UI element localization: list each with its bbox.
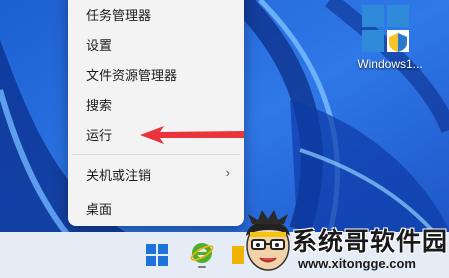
internet-explorer-icon[interactable]: [190, 241, 214, 269]
desktop-icon-label: Windows1...: [357, 57, 423, 71]
desktop-icon-windows[interactable]: Windows1...: [350, 3, 430, 75]
menu-item-label: 关机或注销: [86, 169, 152, 184]
annotation-arrow-icon: [140, 126, 244, 144]
mascot-logo-icon: [246, 210, 290, 271]
menu-item-settings[interactable]: 设置: [72, 30, 240, 58]
context-menu: 任务管理器 设置 文件资源管理器 搜索 运行 关机或注销 › 桌面: [68, 0, 244, 226]
windows-start-icon[interactable]: [146, 244, 168, 266]
menu-item-label: 设置: [86, 39, 113, 54]
watermark-title: 系统哥软件园: [292, 227, 449, 256]
watermark-url: www.xitongge.com: [298, 256, 416, 271]
watermark: 系统哥软件园 www.xitongge.com: [242, 208, 449, 278]
menu-item-file-explorer[interactable]: 文件资源管理器: [72, 60, 240, 88]
menu-item-desktop[interactable]: 桌面: [72, 194, 240, 222]
windows-update-icon: [362, 5, 409, 52]
desktop: 任务管理器 设置 文件资源管理器 搜索 运行 关机或注销 › 桌面 Window…: [0, 0, 449, 278]
menu-item-task-manager[interactable]: 任务管理器: [72, 0, 240, 28]
menu-item-label: 搜索: [86, 99, 113, 114]
menu-item-label: 任务管理器: [86, 9, 152, 24]
menu-item-label: 文件资源管理器: [86, 69, 178, 84]
menu-item-label: 桌面: [86, 203, 113, 218]
chevron-right-icon: ›: [225, 165, 230, 180]
menu-item-label: 运行: [86, 129, 113, 144]
menu-separator: [72, 154, 240, 155]
menu-item-shutdown-signout[interactable]: 关机或注销 ›: [72, 160, 240, 188]
menu-item-search[interactable]: 搜索: [72, 90, 240, 118]
